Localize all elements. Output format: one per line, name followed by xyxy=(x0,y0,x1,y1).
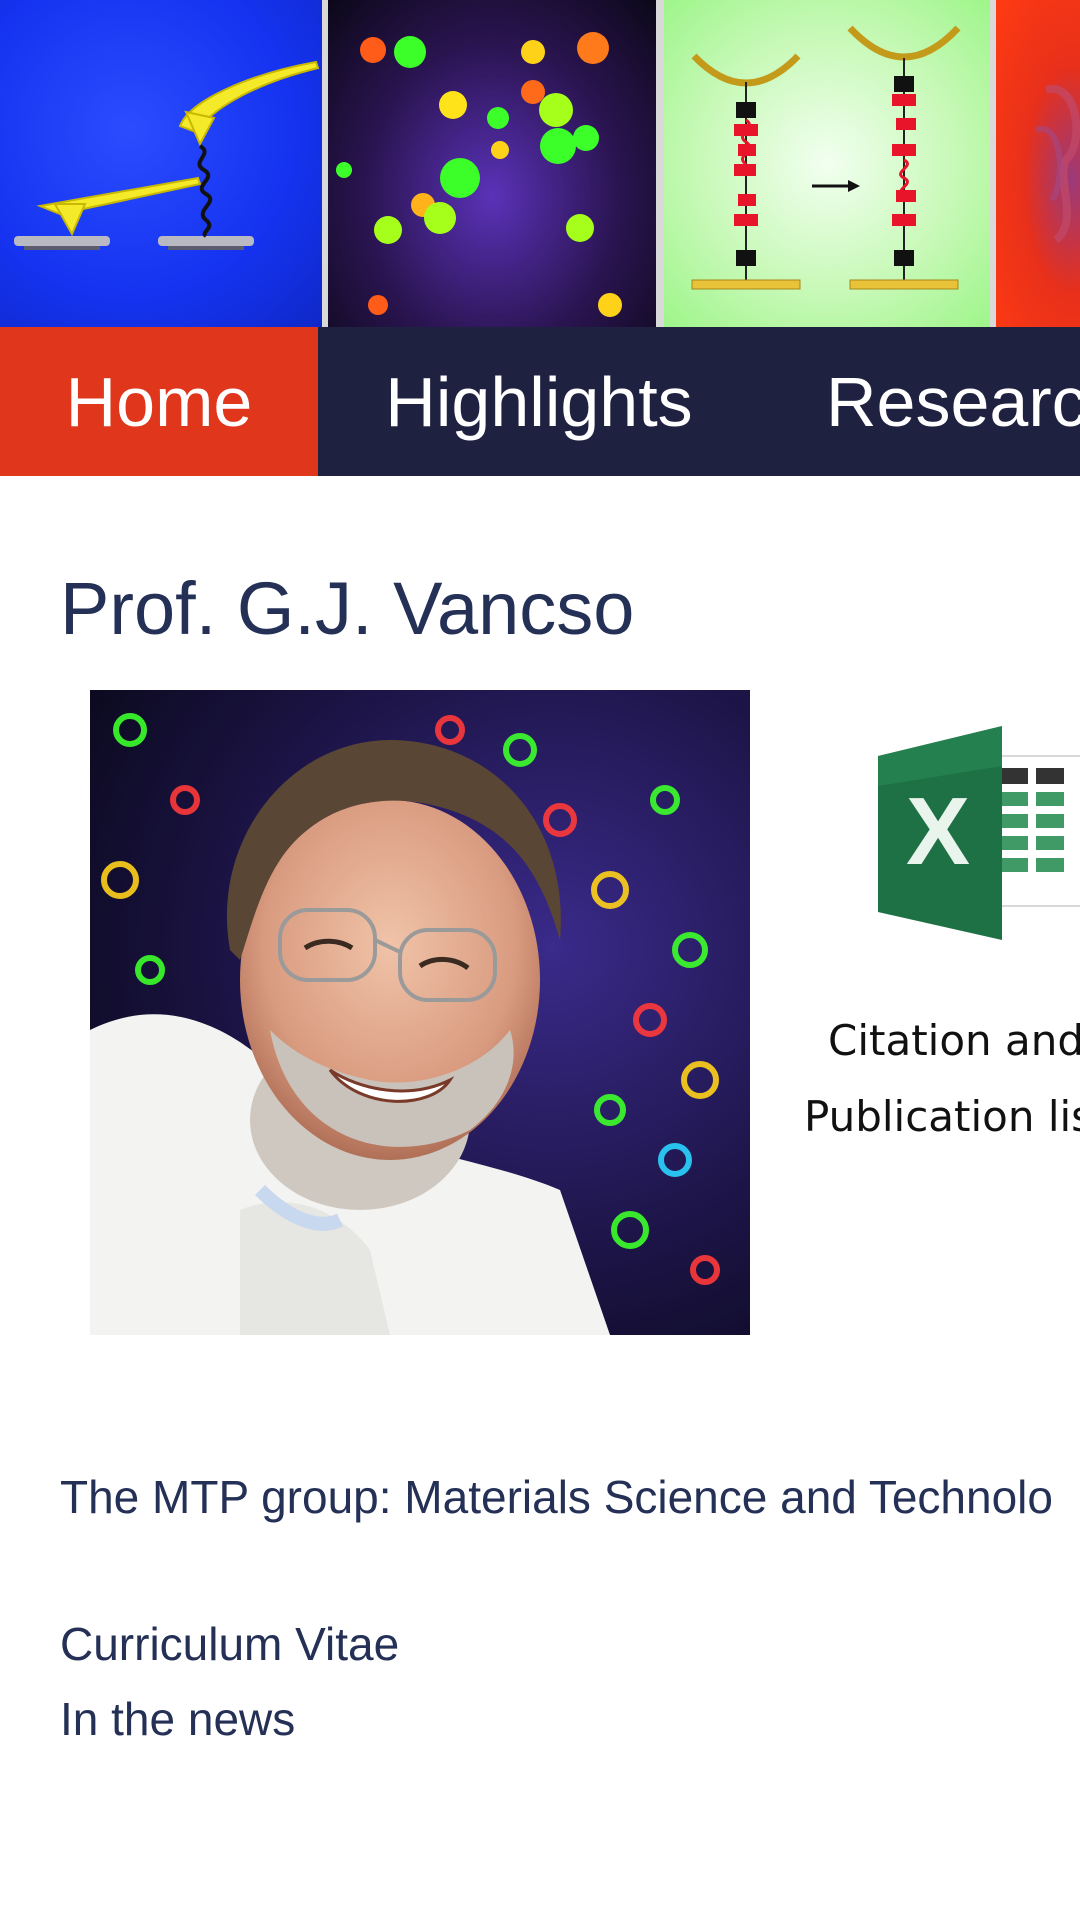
mtp-group-text: The MTP group: Materials Science and Tec… xyxy=(60,1471,1053,1523)
main-nav: Home Highlights Research xyxy=(0,327,1080,476)
nav-item-highlights[interactable]: Highlights xyxy=(318,327,760,476)
citation-link[interactable]: Citation and xyxy=(828,1016,1080,1065)
page-title: Prof. G.J. Vancso xyxy=(60,567,635,650)
in-the-news-link[interactable]: In the news xyxy=(60,1692,295,1746)
publication-list-link[interactable]: Publication lis xyxy=(804,1092,1080,1141)
banner-image-afm-diagram xyxy=(664,0,990,327)
nav-item-home[interactable]: Home xyxy=(0,327,318,476)
banner-divider xyxy=(656,0,664,327)
banner-image-orange xyxy=(996,0,1080,327)
header-banner xyxy=(0,0,1080,327)
banner-image-fluorescence xyxy=(328,0,656,327)
curriculum-vitae-link[interactable]: Curriculum Vitae xyxy=(60,1617,399,1671)
banner-image-afm-cantilever xyxy=(0,0,322,327)
nav-item-research[interactable]: Research xyxy=(760,327,1080,476)
excel-icon[interactable]: X xyxy=(876,726,1080,946)
page: Home Highlights Research Prof. G.J. Vanc… xyxy=(0,0,1080,1920)
svg-text:X: X xyxy=(906,778,970,885)
portrait-photo xyxy=(90,690,750,1335)
